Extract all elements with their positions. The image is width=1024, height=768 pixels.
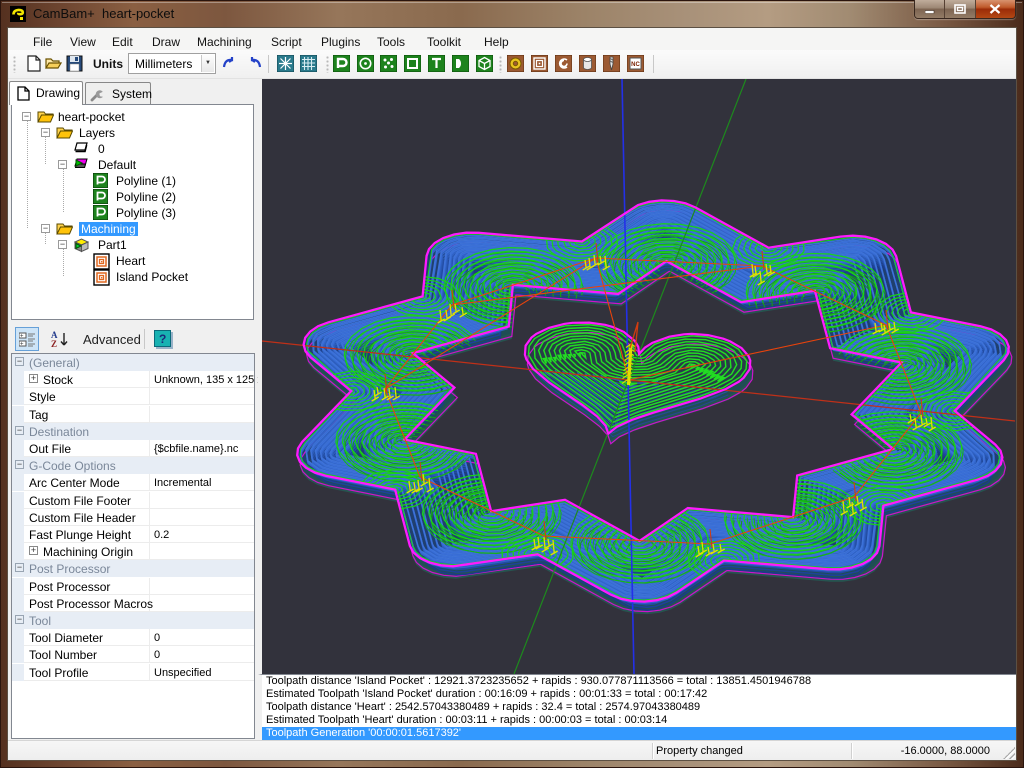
svg-text:Z: Z [51,339,57,349]
svg-text:NC: NC [631,62,640,68]
svg-text:+: + [20,342,24,348]
svg-text:+: + [20,334,24,340]
